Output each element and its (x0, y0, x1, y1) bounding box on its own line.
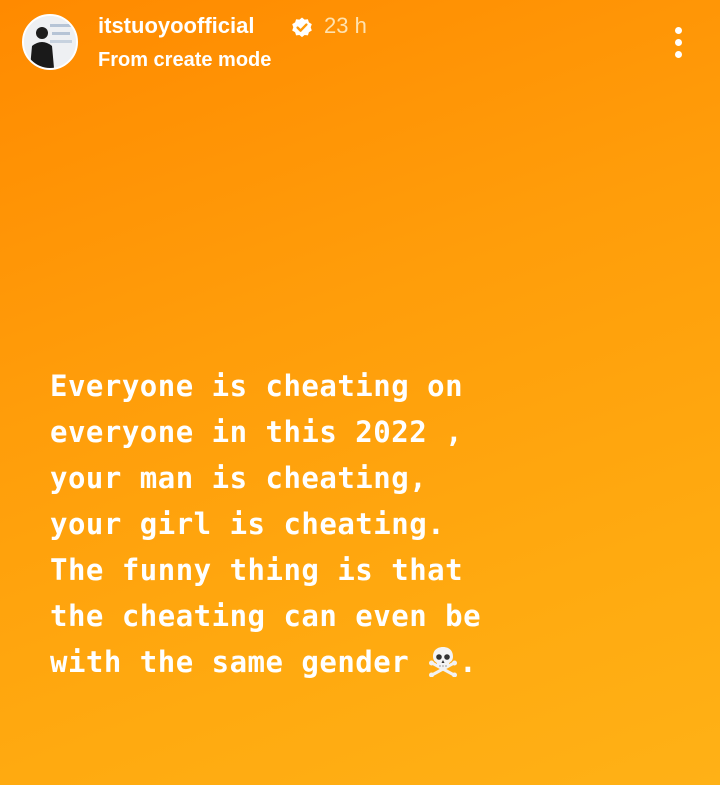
more-options-button[interactable] (664, 24, 694, 60)
caption-trailing-period: . (459, 645, 478, 679)
more-vertical-icon-dot (675, 51, 682, 58)
caption-line: your man is cheating, (50, 461, 428, 495)
story-header: itstuoyoofficial 23 h From create mode (0, 0, 720, 90)
story-caption: Everyone is cheating on everyone in this… (50, 363, 690, 685)
caption-line: Everyone is cheating on (50, 369, 464, 403)
skull-crossbones-icon (429, 647, 458, 677)
caption-line: your girl is cheating. (50, 507, 446, 541)
verified-badge-icon (292, 17, 312, 38)
more-vertical-icon-dot (675, 39, 682, 46)
username[interactable]: itstuoyoofficial (98, 13, 254, 39)
post-time: 23 h (324, 13, 367, 38)
avatar-image (24, 16, 76, 68)
caption-last-line: with the same gender . (50, 639, 690, 685)
story-subtitle: From create mode (98, 49, 272, 71)
more-vertical-icon-dot (675, 27, 682, 34)
caption-line: The funny thing is that (50, 553, 464, 587)
caption-line: everyone in this 2022 , (50, 415, 464, 449)
caption-line: with the same gender (50, 645, 410, 679)
story-view: itstuoyoofficial 23 h From create mode E… (0, 0, 720, 785)
profile-avatar[interactable] (22, 14, 78, 70)
caption-line: the cheating can even be (50, 599, 482, 633)
